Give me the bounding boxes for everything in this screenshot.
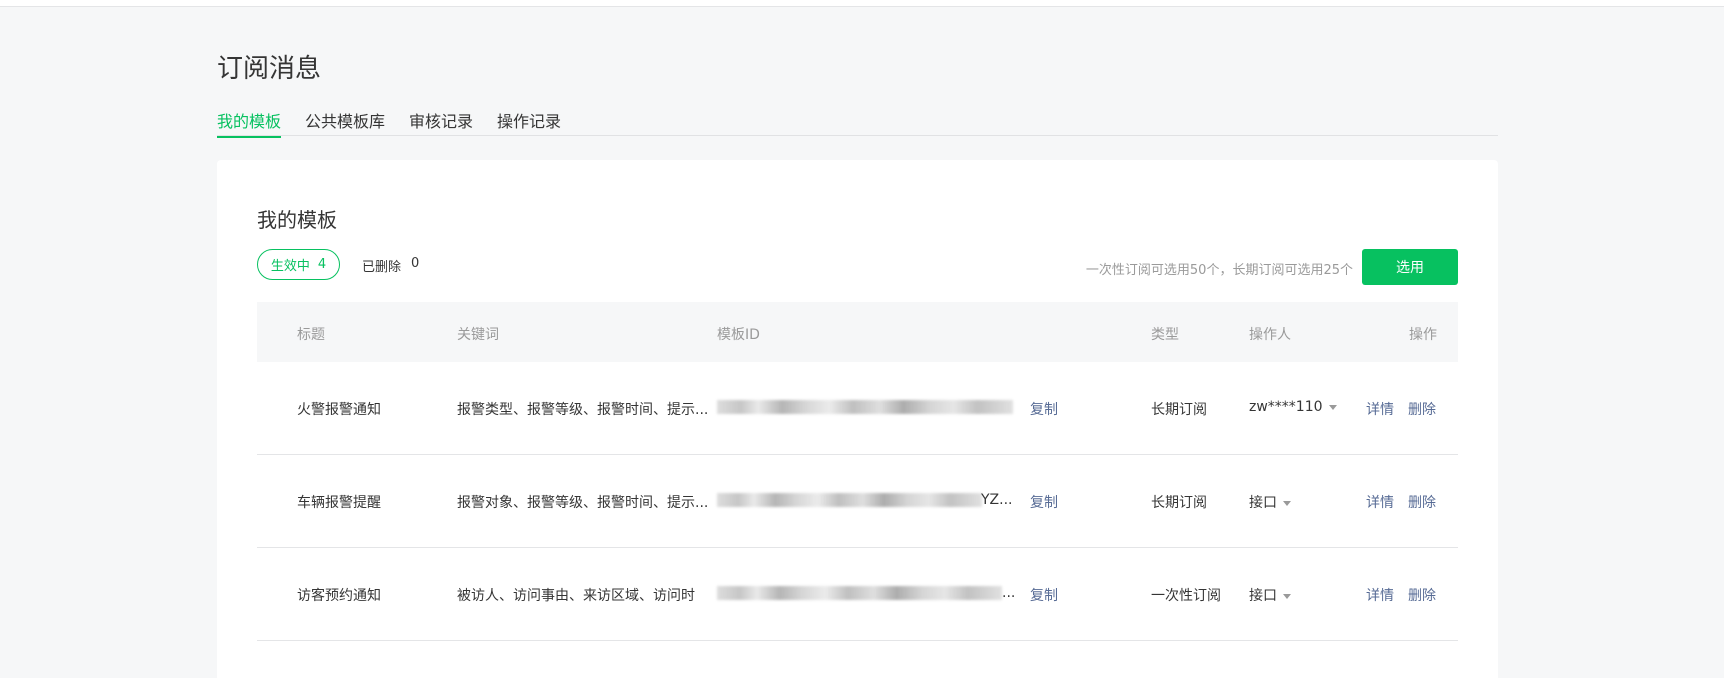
detail-link[interactable]: 详情 <box>1366 399 1394 419</box>
table-row: 车辆报警提醒 报警对象、报警等级、报警时间、提示... YZ... 复制 长期订… <box>257 455 1458 548</box>
header-actions: 操作 <box>1409 327 1437 343</box>
template-id-redacted <box>717 586 1002 600</box>
caret-down-icon <box>1283 500 1291 506</box>
operator-name: 接口 <box>1249 588 1277 604</box>
detail-link[interactable]: 详情 <box>1366 492 1394 512</box>
operator-dropdown[interactable]: 接口 <box>1249 585 1291 605</box>
table-row: 火警报警通知 报警类型、报警等级、报警时间、提示... 复制 长期订阅 zw**… <box>257 362 1458 455</box>
delete-link[interactable]: 删除 <box>1408 585 1436 605</box>
delete-link[interactable]: 删除 <box>1408 399 1436 419</box>
row-title: 车辆报警提醒 <box>297 495 381 511</box>
select-template-button[interactable]: 选用 <box>1362 249 1458 285</box>
tab-operation-records[interactable]: 操作记录 <box>497 108 561 136</box>
caret-down-icon <box>1283 593 1291 599</box>
detail-link[interactable]: 详情 <box>1366 585 1394 605</box>
templates-table: 标题 关键词 模板ID 类型 操作人 操作 火警报警通知 报警类型、报警等级、报… <box>257 302 1458 641</box>
tab-review-records[interactable]: 审核记录 <box>409 108 473 136</box>
tab-bar: 我的模板 公共模板库 审核记录 操作记录 <box>217 102 1498 138</box>
tab-my-templates[interactable]: 我的模板 <box>217 108 282 138</box>
row-type: 长期订阅 <box>1151 402 1207 418</box>
header-operator: 操作人 <box>1249 327 1291 343</box>
filter-active-count: 4 <box>317 257 327 272</box>
copy-id-link[interactable]: 复制 <box>1030 585 1058 605</box>
operator-dropdown[interactable]: 接口 <box>1249 492 1291 512</box>
row-type: 一次性订阅 <box>1151 588 1221 604</box>
copy-id-link[interactable]: 复制 <box>1030 399 1058 419</box>
operator-dropdown[interactable]: zw****110 <box>1249 399 1337 415</box>
header-type: 类型 <box>1151 327 1179 343</box>
filter-active-label: 生效中 <box>270 259 310 274</box>
copy-id-link[interactable]: 复制 <box>1030 492 1058 512</box>
header-keywords: 关键词 <box>457 327 499 343</box>
operator-name: 接口 <box>1249 495 1277 511</box>
filter-deleted-button[interactable]: 已删除 0 <box>362 256 419 275</box>
row-keywords: 被访人、访问事由、来访区域、访问时 <box>457 588 695 604</box>
template-id-redacted <box>717 493 982 507</box>
template-id-redacted <box>717 400 1013 414</box>
filter-deleted-count: 0 <box>411 256 420 271</box>
operator-name: zw****110 <box>1249 399 1323 415</box>
table-row: 访客预约通知 被访人、访问事由、来访区域、访问时 ... 复制 一次性订阅 接口… <box>257 548 1458 641</box>
caret-down-icon <box>1328 404 1337 410</box>
header-title: 标题 <box>297 327 325 343</box>
delete-link[interactable]: 删除 <box>1408 492 1436 512</box>
row-title: 火警报警通知 <box>297 402 381 418</box>
row-keywords: 报警对象、报警等级、报警时间、提示... <box>457 495 709 511</box>
row-keywords: 报警类型、报警等级、报警时间、提示... <box>457 402 709 418</box>
templates-card: 我的模板 生效中 4 已删除 0 一次性订阅可选用50个，长期订阅可选用25个 … <box>217 160 1498 678</box>
tab-public-library[interactable]: 公共模板库 <box>305 108 385 136</box>
top-nav-strip <box>0 0 1724 7</box>
table-header: 标题 关键词 模板ID 类型 操作人 操作 <box>257 302 1458 362</box>
row-title: 访客预约通知 <box>297 588 381 604</box>
card-title: 我的模板 <box>257 208 337 232</box>
template-id-tail: ... <box>1002 585 1016 601</box>
row-type: 长期订阅 <box>1151 495 1207 511</box>
limit-hint: 一次性订阅可选用50个，长期订阅可选用25个 <box>1085 263 1353 278</box>
page-title: 订阅消息 <box>217 54 322 84</box>
filter-active-button[interactable]: 生效中 4 <box>257 249 340 280</box>
filter-deleted-label: 已删除 <box>362 260 402 275</box>
header-template-id: 模板ID <box>717 327 760 343</box>
template-id-tail: YZ... <box>981 492 1013 508</box>
